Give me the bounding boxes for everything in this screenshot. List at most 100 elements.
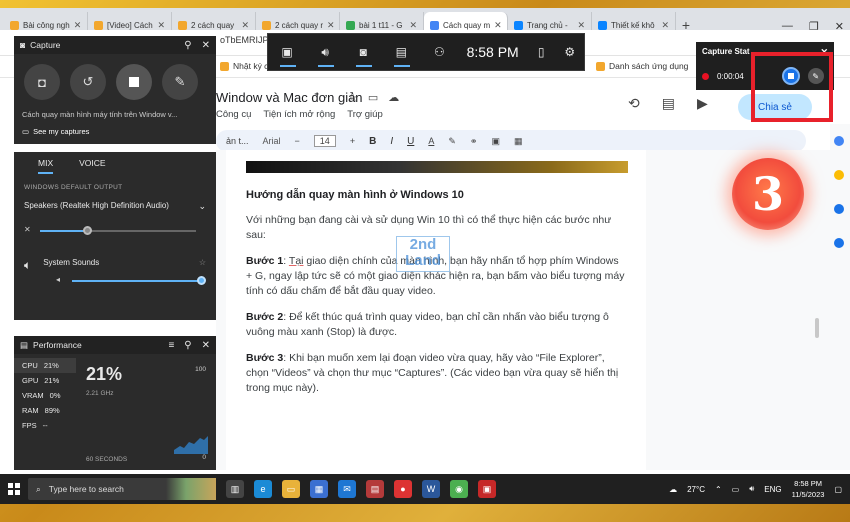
perf-stat-row[interactable]: RAM 89%	[14, 403, 76, 418]
mic-toggle-button[interactable]: ✎	[162, 64, 198, 100]
master-volume-slider[interactable]: ✕	[24, 225, 206, 236]
output-device-dropdown[interactable]: Speakers (Realtek High Definition Audio)…	[14, 191, 216, 212]
volume-icon[interactable]: 🔊︎	[749, 484, 754, 494]
font-size-input[interactable]: 14	[313, 135, 336, 147]
star-icon[interactable]: ☆	[199, 258, 206, 273]
taskbar-clock[interactable]: 8:58 PM 11/5/2023	[792, 478, 825, 500]
pin-icon[interactable]: ⚲	[184, 340, 191, 351]
folder-icon: ▭	[22, 127, 30, 136]
text-color-button[interactable]: A	[428, 136, 434, 146]
taskbar-search[interactable]: ⌕ Type here to search	[28, 478, 216, 500]
file-explorer-icon[interactable]: ▭	[282, 480, 300, 498]
chrome-icon[interactable]: ◉	[450, 480, 468, 498]
close-tab-icon[interactable]: ✕	[409, 20, 417, 31]
doc-body[interactable]: Hướng dẫn quay màn hình ở Windows 10 Với…	[246, 188, 626, 407]
contacts-icon[interactable]	[834, 238, 844, 248]
meet-icon[interactable]: ▶	[697, 95, 708, 112]
close-tab-icon[interactable]: ✕	[661, 20, 669, 31]
notification-icon[interactable]: ▢	[834, 485, 842, 494]
tab-mix[interactable]: MIX	[38, 158, 54, 174]
tab-label: Bài công ngh	[23, 20, 70, 30]
doc-menu-item[interactable]: Trợ giúp	[347, 109, 382, 120]
archive-icon[interactable]: ▤	[366, 480, 384, 498]
slider-thumb[interactable]	[82, 226, 92, 235]
widget-menu-icon[interactable]: ▣	[268, 33, 306, 71]
image-icon[interactable]: ▦	[514, 136, 523, 147]
app-red-icon[interactable]: ●	[394, 480, 412, 498]
folder-move-icon[interactable]: ▭	[368, 91, 378, 104]
word-icon[interactable]: W	[422, 480, 440, 498]
doc-menu-item[interactable]: Công cụ	[216, 109, 251, 120]
perf-stat-row[interactable]: VRAM 0%	[14, 388, 76, 403]
font-dropdown[interactable]: Arial	[263, 136, 281, 146]
decrease-size-button[interactable]: −	[295, 136, 300, 146]
performance-widget-header[interactable]: ▤ Performance ≡ ⚲ ✕	[14, 336, 216, 354]
doc-menu-item[interactable]: Tiện ích mở rộng	[263, 109, 335, 120]
tab-voice[interactable]: VOICE	[79, 158, 105, 174]
edge-icon[interactable]: e	[254, 480, 272, 498]
link-icon[interactable]: ⚭	[470, 136, 478, 147]
close-tab-icon[interactable]: ✕	[241, 20, 249, 31]
perf-stat-value: --	[42, 421, 48, 430]
comment-icon[interactable]: ▤	[662, 95, 675, 112]
style-dropdown[interactable]: ản t...	[226, 136, 249, 146]
cloud-icon[interactable]: ☁	[388, 91, 399, 104]
windows-start-icon[interactable]	[0, 483, 28, 495]
capture-info: Cách quay màn hình máy tính trên Window …	[22, 110, 178, 119]
close-tab-icon[interactable]: ✕	[494, 20, 502, 31]
capture-widget-header[interactable]: ◙ Capture ⚲ ✕	[14, 36, 216, 54]
audio-icon[interactable]: 🔊︎	[306, 33, 344, 71]
store-icon[interactable]: ▦	[310, 480, 328, 498]
close-icon[interactable]: ✕	[202, 40, 210, 51]
calendar-icon[interactable]	[834, 136, 844, 146]
task-view-icon[interactable]: ▥	[226, 480, 244, 498]
tasks-icon[interactable]	[834, 204, 844, 214]
screenshot-button[interactable]: ◘	[24, 64, 60, 100]
language-indicator[interactable]: ENG	[764, 485, 781, 494]
close-tab-icon[interactable]: ✕	[577, 20, 585, 31]
weather-temp[interactable]: 27°C	[687, 485, 705, 494]
network-icon[interactable]: ▭	[732, 485, 740, 494]
italic-button[interactable]: I	[390, 136, 393, 147]
recording-timer: 0:00:04	[717, 71, 744, 81]
star-icon[interactable]: ☆	[348, 91, 358, 104]
increase-size-button[interactable]: +	[350, 136, 355, 146]
mail-icon[interactable]: ✉	[338, 480, 356, 498]
weather-icon[interactable]: ☁	[669, 485, 677, 494]
history-icon[interactable]: ⟲	[628, 95, 640, 112]
stop-recording-button[interactable]	[116, 64, 152, 100]
comment-add-icon[interactable]: ▣	[491, 136, 500, 147]
doc-title[interactable]: Window và Mac đơn giản	[216, 90, 363, 105]
bookmark-apps[interactable]: Danh sách ứng dụng	[596, 61, 688, 71]
pin-icon[interactable]: ⚲	[184, 40, 191, 51]
favicon-icon	[178, 20, 187, 30]
performance-icon[interactable]: ▤	[382, 33, 420, 71]
underline-button[interactable]: U	[407, 136, 414, 147]
keep-icon[interactable]	[834, 170, 844, 180]
slider-thumb[interactable]	[197, 276, 206, 285]
perf-stat-row[interactable]: CPU 21%	[14, 358, 76, 373]
close-icon[interactable]: ✕	[202, 340, 210, 351]
folder-icon	[596, 61, 605, 71]
tray-chevron-icon[interactable]: ⌃	[715, 485, 722, 494]
social-icon[interactable]: ⚇	[420, 33, 458, 71]
close-tab-icon[interactable]: ✕	[74, 20, 82, 31]
highlight-icon[interactable]: ✎	[448, 136, 456, 147]
pdf-icon[interactable]: ▣	[478, 480, 496, 498]
capture-widget: ◙ Capture ⚲ ✕ ◘ ↺ ✎ Cách quay màn hình má…	[14, 36, 216, 144]
perf-stat-row[interactable]: FPS --	[14, 418, 76, 433]
perf-stat-row[interactable]: GPU 21%	[14, 373, 76, 388]
close-tab-icon[interactable]: ✕	[327, 20, 335, 31]
mouse-icon[interactable]: ▯	[527, 33, 556, 71]
bold-button[interactable]: B	[369, 136, 376, 147]
system-sounds-slider[interactable]: ◂	[56, 275, 206, 287]
favicon-icon	[514, 20, 523, 30]
capture-icon[interactable]: ◙	[344, 33, 382, 71]
doc-scrollbar[interactable]	[815, 318, 819, 338]
options-icon[interactable]: ≡	[168, 340, 174, 351]
record-last-button[interactable]: ↺	[70, 64, 106, 100]
settings-gear-icon[interactable]: ⚙	[555, 33, 584, 71]
see-captures-link[interactable]: ▭ See my captures	[14, 119, 216, 136]
close-tab-icon[interactable]: ✕	[157, 20, 165, 31]
favicon-icon	[262, 20, 271, 30]
